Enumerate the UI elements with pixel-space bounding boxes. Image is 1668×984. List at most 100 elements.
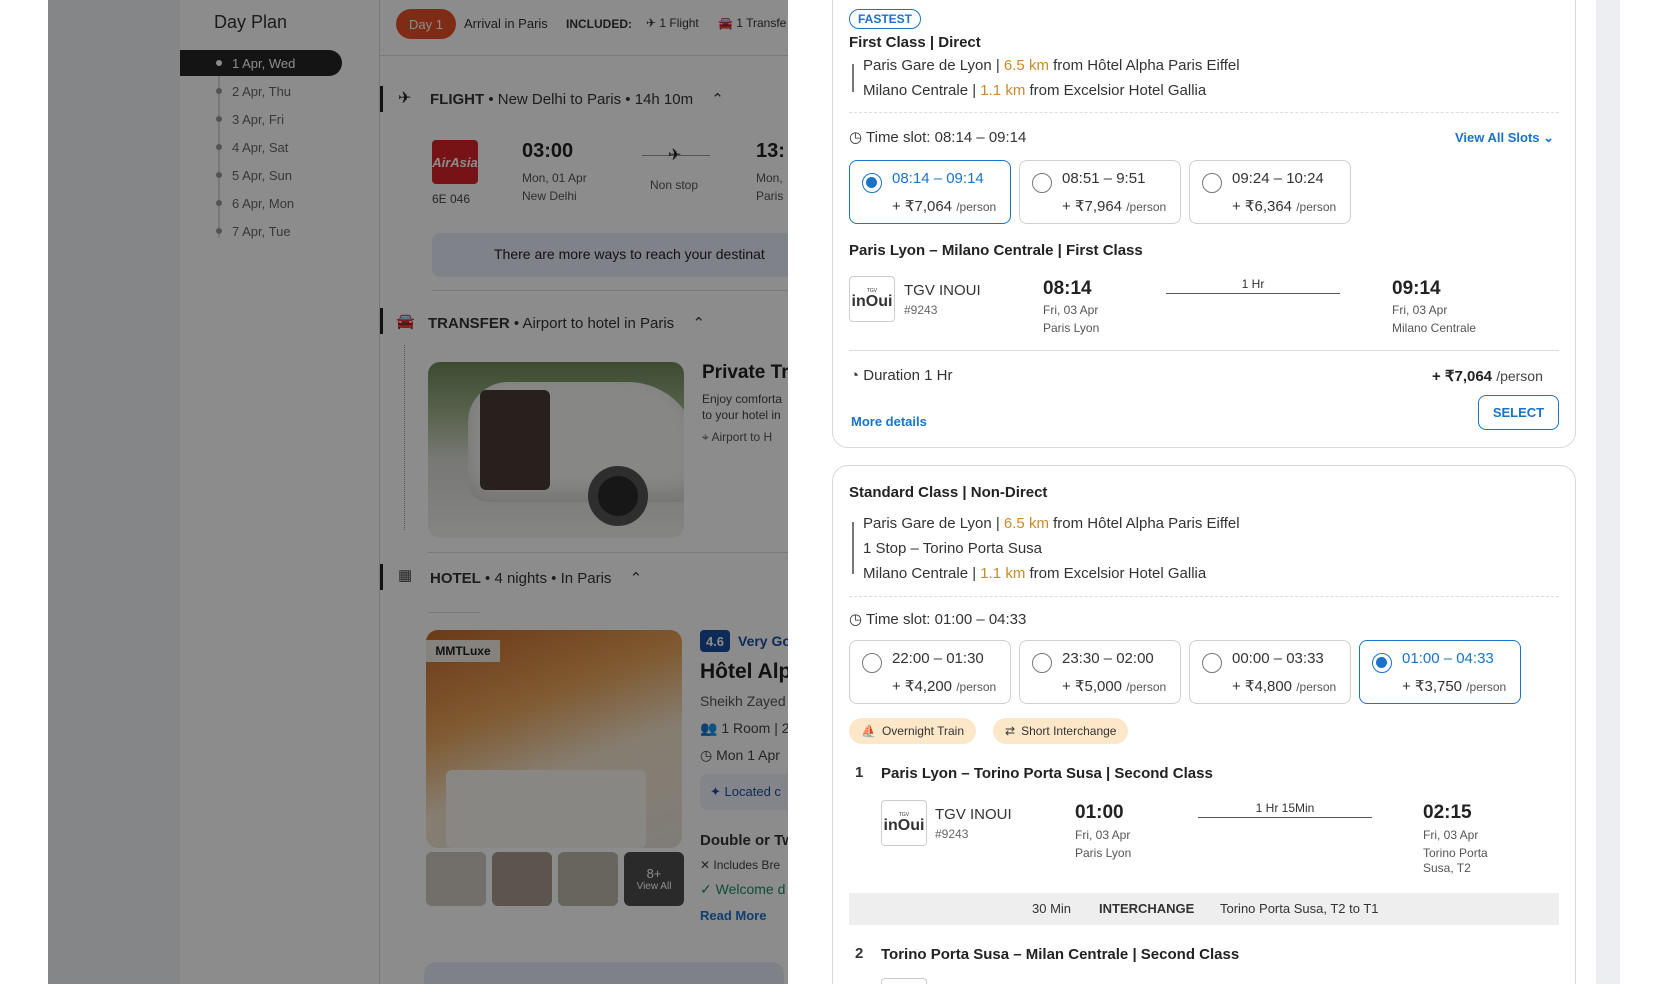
to-hotel: from Excelsior Hotel Gallia — [1029, 565, 1207, 582]
train-number: #9243 — [935, 827, 969, 841]
to-station-row: Milano Centrale | 1.1 km from Excelsior … — [863, 82, 1206, 99]
leg-title: Paris Lyon – Torino Porta Susa | Second … — [881, 765, 1213, 782]
segment-line — [1198, 817, 1372, 818]
to-hotel: from Excelsior Hotel Gallia — [1029, 82, 1207, 99]
slot-price-per: /person — [1296, 200, 1337, 214]
time-slot-option[interactable]: 22:00 – 01:30 + ₹4,200 /person — [849, 640, 1011, 704]
timeslot-row: ◷ Time slot: 08:14 – 09:14 — [849, 128, 1026, 146]
slot-price-per: /person — [1126, 200, 1167, 214]
arr-date: Fri, 03 Apr — [1392, 303, 1448, 317]
timeslot-label: Time slot: 08:14 – 09:14 — [866, 129, 1027, 146]
view-all-slots-label: View All Slots — [1455, 130, 1540, 145]
slot-price: + ₹5,000 /person — [1062, 677, 1166, 695]
slot-time: 01:00 – 04:33 — [1402, 650, 1494, 667]
time-slot-option[interactable]: 23:30 – 02:00 + ₹5,000 /person — [1019, 640, 1181, 704]
arr-station: Milano Centrale — [1392, 321, 1477, 335]
page-gutter-right — [1620, 0, 1668, 984]
radio-button[interactable] — [1202, 653, 1222, 673]
train-name: TGV INOUI — [904, 282, 981, 299]
fastest-badge: FASTEST — [849, 9, 921, 29]
slot-price-per: /person — [1466, 680, 1507, 694]
panel-scroll-area — [1596, 0, 1620, 984]
slot-price-value: + ₹6,364 — [1232, 198, 1293, 215]
from-distance: 6.5 km — [1003, 515, 1049, 532]
slot-time: 08:14 – 09:14 — [892, 170, 984, 187]
slot-price: + ₹6,364 /person — [1232, 197, 1336, 215]
slot-price-value: + ₹3,750 — [1402, 678, 1463, 695]
slot-price-value: + ₹7,064 — [892, 198, 953, 215]
modal-backdrop[interactable] — [48, 0, 788, 984]
to-distance: 1.1 km — [980, 82, 1026, 99]
to-station: Milano Centrale | — [863, 565, 977, 582]
divider — [849, 350, 1559, 351]
segment-duration: 1 Hr — [1241, 277, 1265, 291]
leg-number: 2 — [855, 945, 864, 962]
total-price: + ₹7,064 /person — [1432, 367, 1543, 385]
slot-price-per: /person — [1126, 680, 1167, 694]
segment-duration: 1 Hr 15Min — [1255, 801, 1315, 815]
interchange-time: 30 Min — [1032, 901, 1072, 916]
slot-price-per: /person — [1296, 680, 1337, 694]
from-hotel: from Hôtel Alpha Paris Eiffel — [1053, 515, 1240, 532]
radio-button[interactable] — [862, 173, 882, 193]
short-interchange-label: Short Interchange — [1021, 724, 1117, 738]
divider — [849, 112, 1559, 113]
to-station-row: Milano Centrale | 1.1 km from Excelsior … — [863, 565, 1206, 582]
dep-station: Paris Lyon — [1075, 846, 1132, 860]
chevron-down-icon: ⌄ — [1543, 130, 1555, 145]
time-slot-option[interactable]: 08:14 – 09:14 + ₹7,064 /person — [849, 160, 1011, 224]
tgv-inoui-logo: TGV inOui — [849, 276, 895, 322]
leg-number: 1 — [855, 764, 864, 781]
slot-price-per: /person — [956, 200, 997, 214]
more-details-link[interactable]: More details — [851, 414, 927, 429]
arr-time: 09:14 — [1392, 278, 1441, 299]
arr-station-line2: Susa, T2 — [1423, 861, 1471, 875]
arr-date: Fri, 03 Apr — [1423, 828, 1479, 842]
time-slot-option[interactable]: 00:00 – 03:33 + ₹4,800 /person — [1189, 640, 1351, 704]
from-hotel: from Hôtel Alpha Paris Eiffel — [1053, 57, 1240, 74]
timeslot-row: ◷ Time slot: 01:00 – 04:33 — [849, 610, 1026, 628]
slot-time: 00:00 – 03:33 — [1232, 650, 1324, 667]
sleeper-icon: ⛵ — [861, 724, 876, 738]
from-station: Paris Gare de Lyon | — [863, 515, 1000, 532]
divider — [849, 596, 1559, 597]
radio-button[interactable] — [862, 653, 882, 673]
page-gutter-left — [0, 0, 48, 984]
time-slot-option[interactable]: 08:51 – 9:51 + ₹7,964 /person — [1019, 160, 1181, 224]
stopwatch-icon: ◔ — [850, 367, 860, 384]
segment-line — [1166, 293, 1340, 294]
slot-price-value: + ₹7,964 — [1062, 198, 1123, 215]
slot-price-value: + ₹4,800 — [1232, 678, 1293, 695]
route-line — [852, 522, 854, 574]
dep-time: 01:00 — [1075, 802, 1124, 823]
duration-label: Duration 1 Hr — [863, 367, 953, 384]
leg-title: Torino Porta Susa – Milan Centrale | Sec… — [881, 946, 1240, 963]
view-all-slots-link[interactable]: View All Slots ⌄ — [1455, 130, 1554, 146]
from-station-row: Paris Gare de Lyon | 6.5 km from Hôtel A… — [863, 515, 1240, 532]
dep-station: Paris Lyon — [1043, 321, 1100, 335]
radio-button[interactable] — [1032, 173, 1052, 193]
to-distance: 1.1 km — [980, 565, 1026, 582]
radio-button[interactable] — [1032, 653, 1052, 673]
time-slot-option[interactable]: 09:24 – 10:24 + ₹6,364 /person — [1189, 160, 1351, 224]
radio-button[interactable] — [1372, 653, 1392, 673]
slot-price: + ₹7,064 /person — [892, 197, 996, 215]
overnight-train-label: Overnight Train — [881, 724, 964, 738]
select-button[interactable]: SELECT — [1478, 395, 1559, 430]
price-per: /person — [1496, 368, 1543, 384]
dep-time: 08:14 — [1043, 278, 1092, 299]
time-slot-option[interactable]: 01:00 – 04:33 + ₹3,750 /person — [1359, 640, 1521, 704]
interchange-label: INTERCHANGE — [1099, 901, 1195, 916]
clock-icon: ◷ — [849, 129, 863, 146]
timeslot-label: Time slot: 01:00 – 04:33 — [866, 611, 1027, 628]
slot-price: + ₹3,750 /person — [1402, 677, 1506, 695]
tgv-inoui-logo: TGV inOui — [881, 800, 927, 846]
option-class: First Class | Direct — [849, 34, 981, 51]
arr-time: 02:15 — [1423, 802, 1472, 823]
radio-button[interactable] — [1202, 173, 1222, 193]
arr-station: Torino Porta — [1423, 846, 1488, 860]
segment-title: Paris Lyon – Milano Centrale | First Cla… — [849, 242, 1143, 259]
slot-price-per: /person — [956, 680, 997, 694]
short-interchange-tag: ⇄ Short Interchange — [993, 718, 1129, 744]
slot-time: 23:30 – 02:00 — [1062, 650, 1154, 667]
